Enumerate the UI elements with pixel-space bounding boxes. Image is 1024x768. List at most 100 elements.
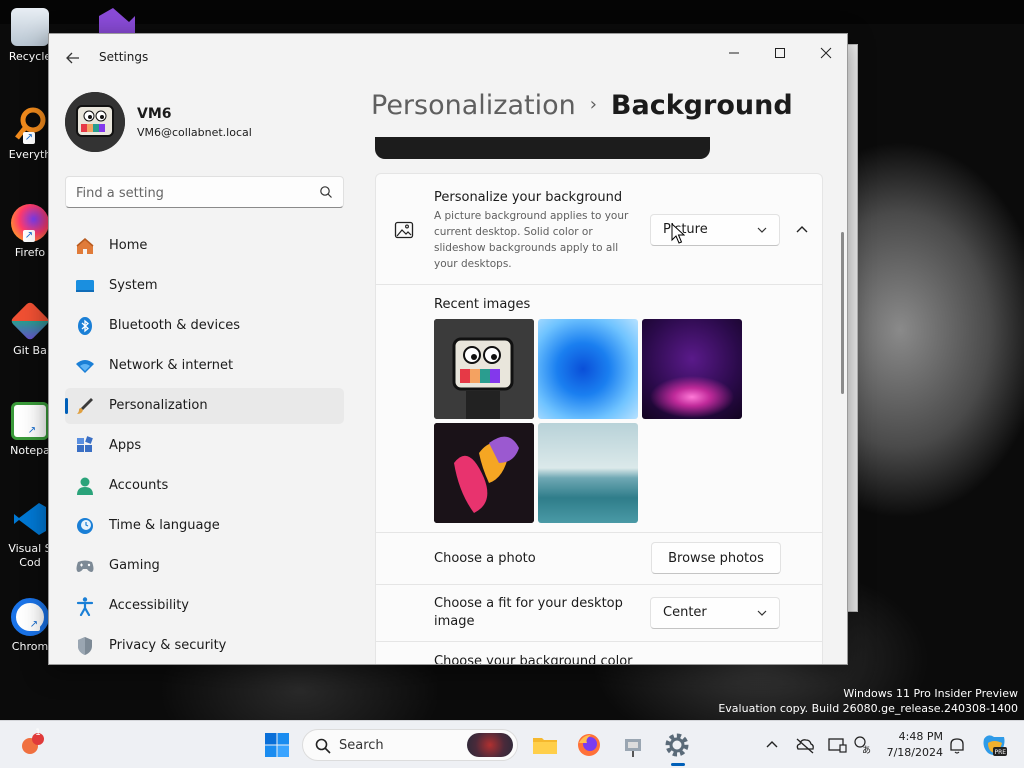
sidebar-item-privacy[interactable]: Privacy & security — [65, 628, 344, 664]
search-icon — [315, 738, 331, 754]
evaluation-watermark: Windows 11 Pro Insider Preview Evaluatio… — [718, 686, 1018, 716]
close-button[interactable] — [803, 40, 847, 70]
shortcut-arrow-icon: ↗ — [28, 619, 40, 631]
choose-photo-label: Choose a photo — [434, 551, 536, 566]
chrome-icon: ↗ — [11, 598, 49, 636]
sidebar-item-accounts[interactable]: Accounts — [65, 468, 344, 504]
sidebar-item-gaming[interactable]: Gaming — [65, 548, 344, 584]
notifications-button[interactable] — [946, 731, 968, 759]
onedrive-status-button[interactable] — [794, 731, 816, 759]
sidebar-item-network[interactable]: Network & internet — [65, 348, 344, 384]
system-icon — [76, 280, 94, 292]
sidebar-item-bluetooth[interactable]: Bluetooth & devices — [65, 308, 344, 344]
minimize-button[interactable] — [711, 40, 757, 70]
wallpaper-top-band — [0, 0, 1024, 24]
sidebar-item-label: Home — [109, 238, 148, 253]
accounts-icon — [77, 477, 93, 495]
sidebar-item-label: Apps — [109, 438, 142, 453]
picture-icon — [394, 221, 414, 239]
display-status-button[interactable] — [826, 731, 848, 759]
vscode-icon — [11, 500, 49, 538]
sidebar-item-home[interactable]: Home — [65, 228, 344, 264]
settings-search[interactable] — [65, 176, 344, 208]
browse-photos-button[interactable]: Browse photos — [651, 542, 781, 574]
personalization-icon — [77, 398, 93, 414]
avatar[interactable] — [65, 92, 125, 152]
folder-icon — [533, 738, 557, 754]
scrollbar-thumb[interactable] — [841, 232, 844, 394]
recent-image-colorful-ribbon[interactable] — [434, 423, 534, 523]
clock[interactable]: 4:48 PM 7/18/2024 — [877, 729, 943, 761]
title-bar[interactable]: Settings — [49, 34, 847, 82]
home-icon — [76, 238, 94, 254]
apps-icon — [77, 436, 93, 452]
network-app-icon — [625, 739, 641, 757]
app-title: Settings — [99, 50, 149, 64]
personalize-title: Personalize your background — [434, 190, 623, 205]
gear-icon — [665, 733, 689, 757]
firefox-taskbar-button[interactable] — [575, 731, 603, 759]
back-button[interactable] — [59, 46, 87, 70]
choose-color-label: Choose your background color — [434, 654, 633, 665]
cloud-offline-icon — [796, 738, 814, 754]
clock-time: 4:48 PM — [898, 730, 943, 743]
recent-image-blue-bloom[interactable] — [538, 319, 638, 419]
firefox-icon — [578, 734, 600, 756]
display-icon — [828, 738, 847, 753]
visual-studio-icon[interactable] — [93, 8, 141, 34]
sidebar-item-personalization[interactable]: Personalization — [65, 388, 344, 424]
sidebar-item-apps[interactable]: Apps — [65, 428, 344, 464]
recycle-bin-icon — [11, 8, 49, 46]
sidebar-item-label: Network & internet — [109, 358, 234, 373]
close-icon — [820, 47, 832, 59]
personalize-background-card[interactable]: Personalize your background A picture ba… — [375, 173, 823, 285]
chevron-down-icon — [757, 610, 767, 616]
file-explorer-button[interactable] — [531, 731, 559, 759]
tv-character-thumbnail — [434, 319, 534, 419]
bluetooth-icon — [78, 317, 92, 335]
widgets-button[interactable]: 1 — [18, 728, 46, 759]
taskbar-search[interactable]: Search — [302, 729, 518, 761]
background-type-dropdown[interactable]: Picture — [650, 214, 780, 246]
copilot-icon: PRE — [983, 735, 1007, 756]
windows-start-icon — [265, 733, 289, 757]
network-app-button[interactable] — [619, 731, 647, 759]
git-bash-icon — [9, 300, 51, 342]
start-button[interactable] — [263, 731, 291, 759]
taskbar: 1 Search あ 4:48 PM 7/18/2024 PRE — [0, 720, 1024, 768]
dropdown-value: Center — [663, 605, 707, 620]
sidebar-item-label: System — [109, 278, 158, 293]
back-arrow-icon — [66, 52, 79, 64]
watermark-line1: Windows 11 Pro Insider Preview — [843, 687, 1018, 700]
maximize-button[interactable] — [757, 40, 803, 70]
settings-taskbar-button[interactable] — [663, 731, 691, 759]
recent-image-tv-character[interactable] — [434, 319, 534, 419]
privacy-shield-icon — [78, 637, 92, 655]
search-input[interactable] — [76, 183, 306, 203]
sidebar-item-accessibility[interactable]: Accessibility — [65, 588, 344, 624]
sidebar-item-label: Personalization — [109, 398, 208, 413]
mouse-cursor-icon — [671, 223, 685, 244]
network-icon — [76, 360, 94, 373]
notification-badge: 1 — [35, 728, 41, 738]
chevron-down-icon — [757, 227, 767, 233]
breadcrumb-parent[interactable]: Personalization — [371, 90, 576, 121]
recent-image-purple-glow[interactable] — [642, 319, 742, 419]
sidebar-item-time-language[interactable]: Time & language — [65, 508, 344, 544]
show-hidden-icons-button[interactable] — [762, 731, 782, 759]
desktop-preview — [375, 137, 710, 159]
recent-image-lake-horizon[interactable] — [538, 423, 638, 523]
language-status-button[interactable]: あ — [852, 731, 874, 759]
chevron-up-icon — [766, 741, 778, 748]
collapse-button[interactable] — [790, 218, 814, 242]
copilot-button[interactable]: PRE — [980, 731, 1008, 759]
choose-fit-label: Choose a fit for your desktop image — [434, 595, 623, 631]
fit-dropdown[interactable]: Center — [650, 597, 780, 629]
clock-date: 7/18/2024 — [886, 746, 943, 759]
sidebar-item-system[interactable]: System — [65, 268, 344, 304]
language-icon: あ — [854, 736, 871, 756]
user-name: VM6 — [137, 106, 172, 122]
settings-window: Settings VM6 VM6@collabnet.local Find a … — [48, 33, 848, 665]
minimize-icon — [729, 52, 739, 54]
choose-color-row[interactable]: Choose your background color — [375, 642, 823, 665]
